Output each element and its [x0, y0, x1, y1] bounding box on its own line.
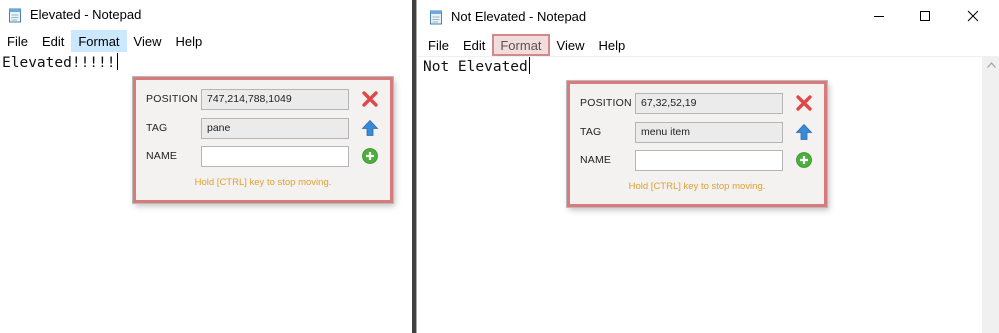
menu-file[interactable]: File	[0, 30, 35, 52]
tag-field[interactable]: menu item	[635, 121, 783, 143]
window-title: Not Elevated - Notepad	[451, 9, 587, 24]
text-caret	[116, 53, 118, 70]
name-label: NAME	[580, 154, 612, 166]
name-field[interactable]	[201, 145, 349, 167]
tag-row: TAG pane	[146, 117, 349, 139]
notepad-icon	[430, 10, 442, 25]
tag-row: TAG menu item	[580, 121, 783, 143]
menu-help[interactable]: Help	[591, 34, 632, 56]
scroll-up-button[interactable]	[983, 56, 999, 73]
position-row: POSITION 67,32,52,19	[580, 92, 783, 114]
close-icon	[967, 10, 979, 21]
title-bar[interactable]: Elevated - Notepad	[0, 0, 412, 28]
minimize-button[interactable]	[856, 0, 902, 31]
editor-text: Not Elevated	[423, 59, 528, 75]
name-field[interactable]	[635, 149, 783, 171]
menu-edit[interactable]: Edit	[35, 30, 71, 52]
name-row: NAME	[146, 145, 349, 167]
red-x-icon[interactable]	[361, 90, 379, 108]
element-inspector-popup: POSITION 747,214,788,1049 TAG pane NAME …	[133, 77, 393, 203]
text-caret	[528, 57, 530, 74]
blue-up-arrow-icon[interactable]	[795, 123, 813, 141]
hint-text: Hold [CTRL] key to stop moving.	[194, 177, 332, 188]
text-editor[interactable]: Elevated!!!!!	[2, 53, 118, 71]
red-x-icon[interactable]	[795, 94, 813, 112]
position-label: POSITION	[146, 93, 198, 105]
close-button[interactable]	[950, 0, 996, 31]
name-label: NAME	[146, 150, 178, 162]
minimize-icon	[874, 15, 884, 17]
position-field[interactable]: 67,32,52,19	[635, 92, 783, 114]
element-inspector-popup: POSITION 67,32,52,19 TAG menu item NAME …	[567, 81, 827, 207]
menu-format[interactable]: Format	[71, 30, 127, 52]
text-editor[interactable]: Not Elevated	[423, 57, 530, 75]
name-row: NAME	[580, 149, 783, 171]
editor-text: Elevated!!!!!	[2, 55, 116, 71]
menu-bar: File Edit Format View Help	[0, 30, 209, 52]
notepad-icon	[9, 8, 21, 23]
tag-label: TAG	[580, 126, 602, 138]
menu-edit[interactable]: Edit	[456, 34, 492, 56]
position-field[interactable]: 747,214,788,1049	[201, 88, 349, 110]
blue-up-arrow-icon[interactable]	[361, 119, 379, 137]
tag-field[interactable]: pane	[201, 117, 349, 139]
menu-format[interactable]: Format	[492, 34, 550, 56]
title-bar[interactable]: Not Elevated - Notepad	[417, 0, 999, 31]
position-row: POSITION 747,214,788,1049	[146, 88, 349, 110]
notepad-window-elevated: Elevated - Notepad File Edit Format View…	[0, 0, 412, 333]
tag-label: TAG	[146, 122, 168, 134]
green-plus-icon[interactable]	[361, 147, 379, 165]
position-label: POSITION	[580, 97, 632, 109]
maximize-icon	[920, 10, 930, 21]
chevron-up-icon	[987, 61, 996, 68]
menu-help[interactable]: Help	[168, 30, 209, 52]
green-plus-icon[interactable]	[795, 151, 813, 169]
vertical-scrollbar[interactable]	[982, 56, 999, 333]
menu-file[interactable]: File	[421, 34, 456, 56]
menu-view[interactable]: View	[550, 34, 592, 56]
menu-view[interactable]: View	[127, 30, 169, 52]
hint-text: Hold [CTRL] key to stop moving.	[628, 181, 766, 192]
menu-bar: File Edit Format View Help	[421, 34, 632, 56]
window-title: Elevated - Notepad	[30, 7, 142, 22]
maximize-button[interactable]	[902, 0, 948, 31]
